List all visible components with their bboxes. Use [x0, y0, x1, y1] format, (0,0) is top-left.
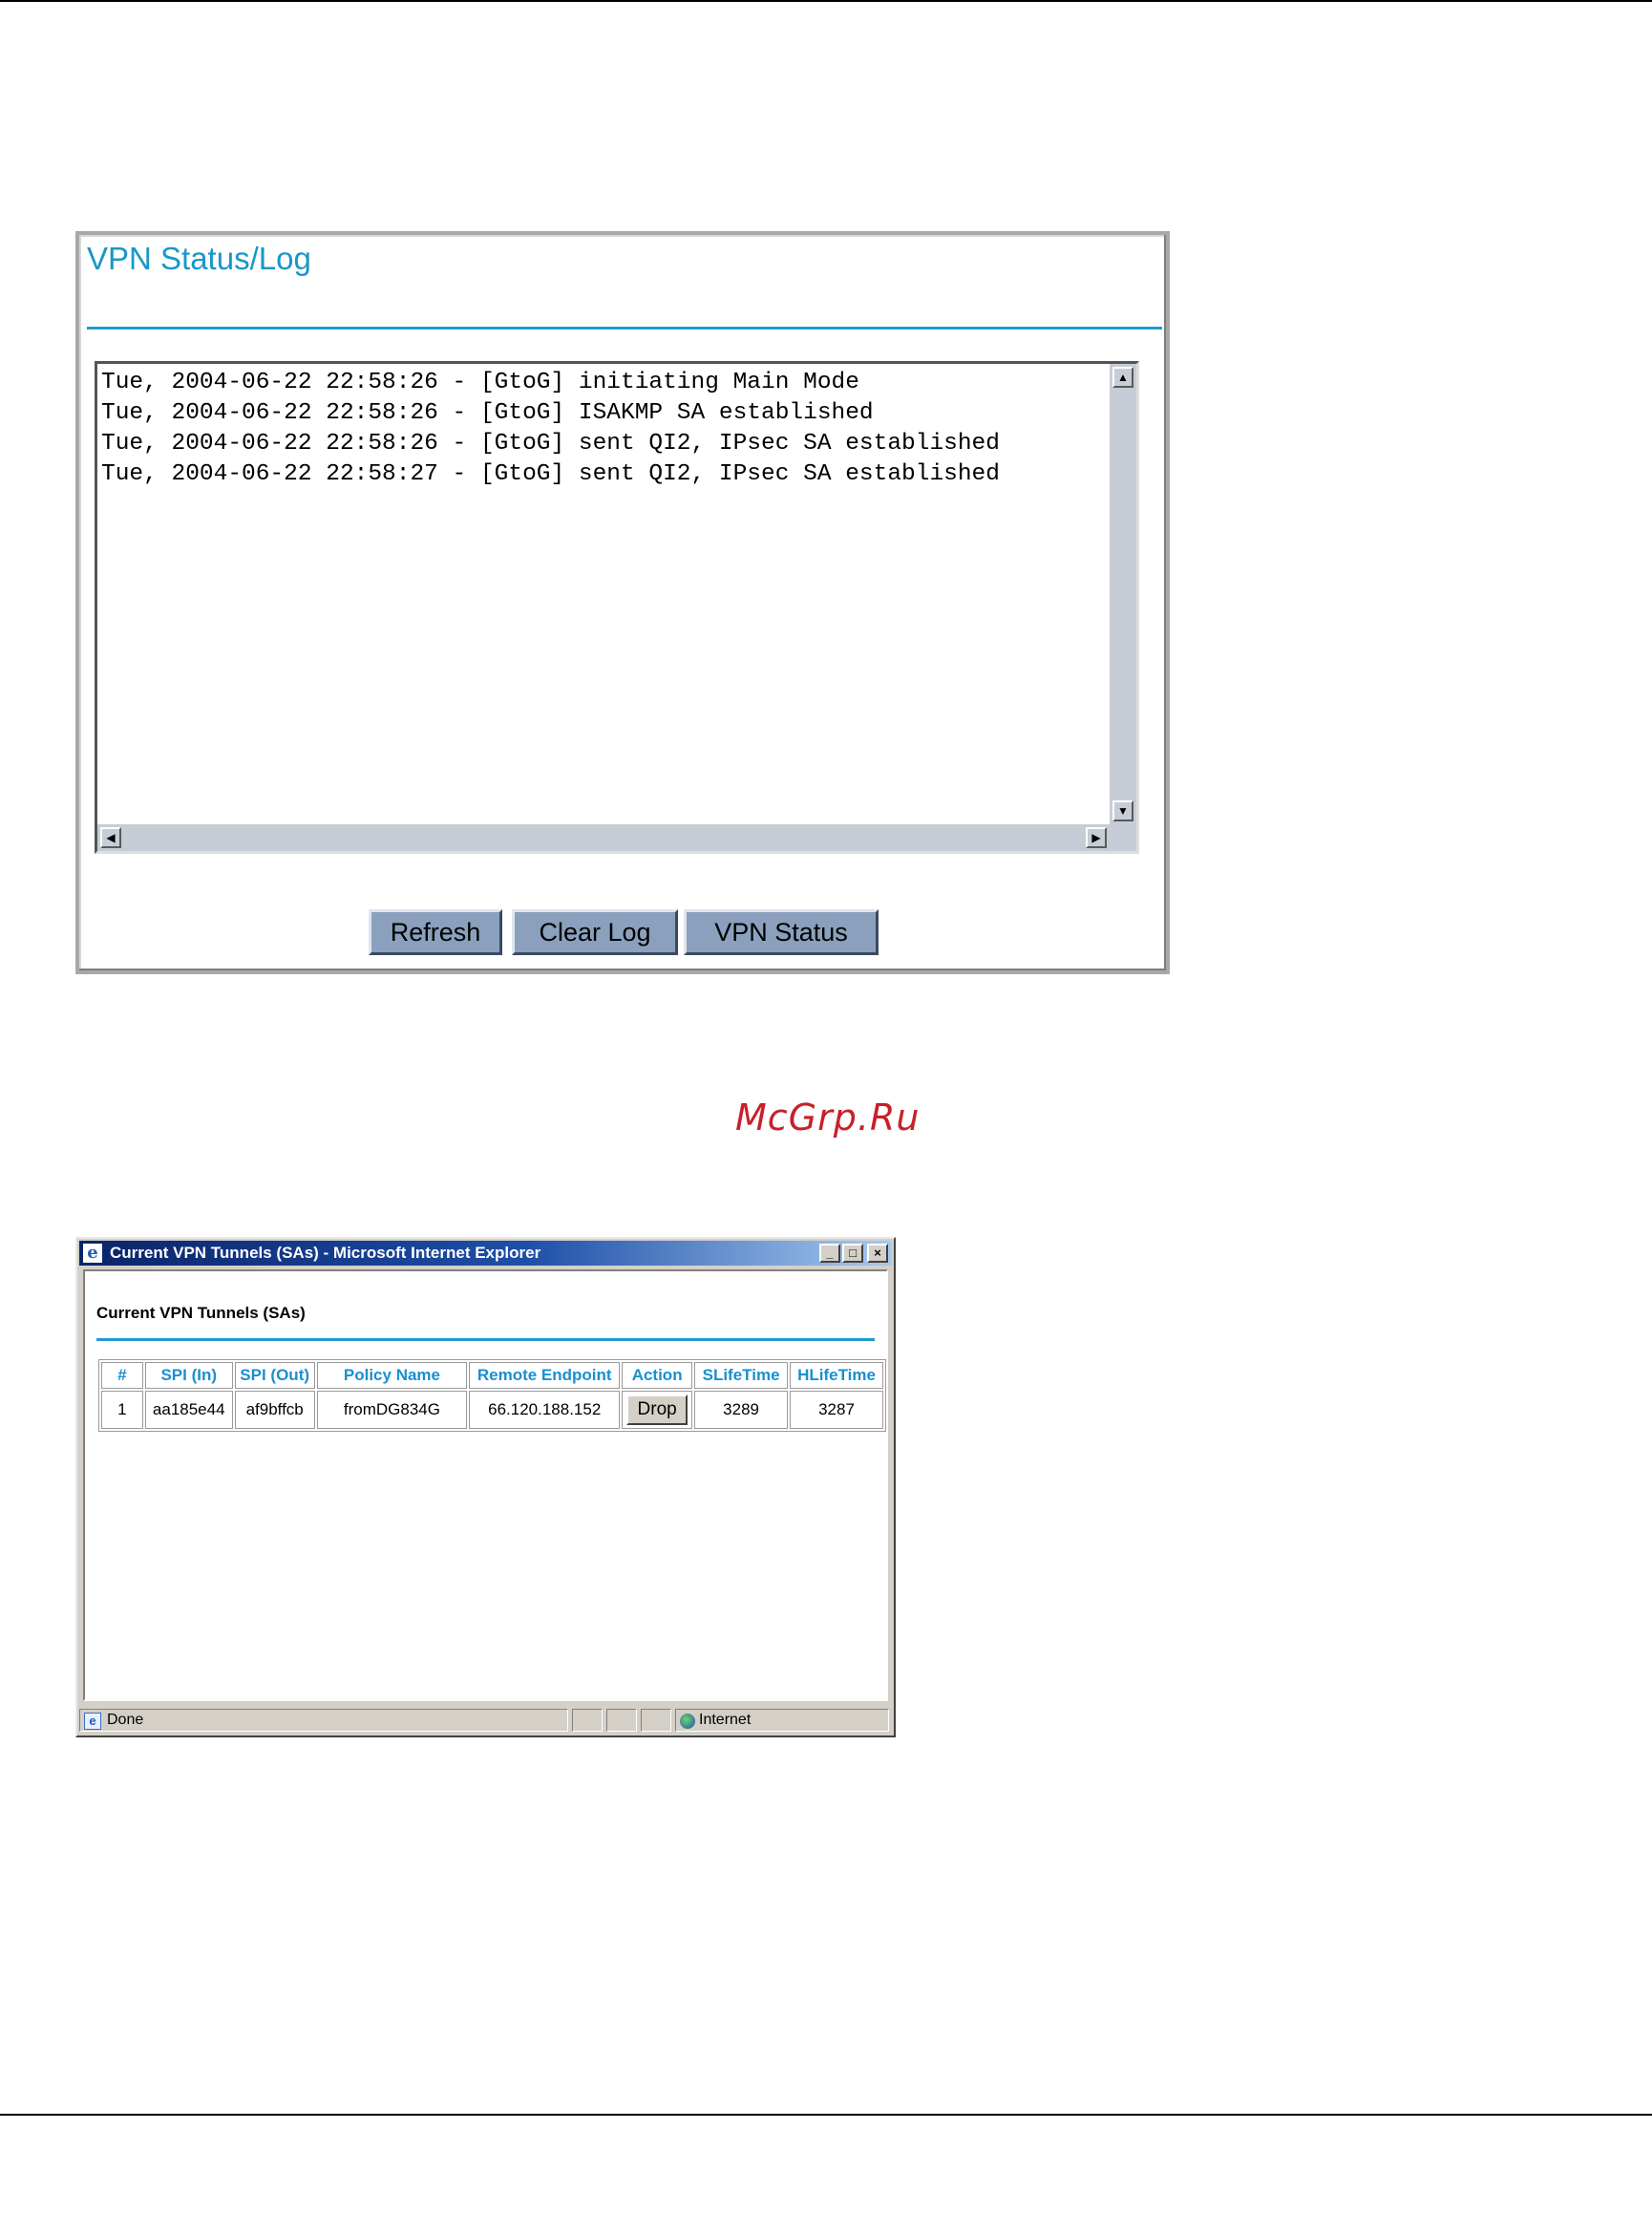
log-line: Tue, 2004-06-22 22:58:26 - [GtoG] sent Q… [101, 431, 1000, 457]
log-line: Tue, 2004-06-22 22:58:26 - [GtoG] ISAKMP… [101, 400, 874, 426]
col-spi-out: SPI (Out) [234, 1362, 315, 1389]
internet-globe-icon [680, 1714, 695, 1729]
minimize-icon[interactable]: _ [819, 1244, 840, 1263]
button-row: Refresh Clear Log VPN Status [79, 909, 1166, 955]
col-action: Action [622, 1362, 693, 1389]
bottom-rule [0, 2114, 1652, 2116]
cell-policy-name: fromDG834G [316, 1391, 468, 1429]
close-icon[interactable]: × [867, 1244, 888, 1263]
col-policy-name: Policy Name [316, 1362, 468, 1389]
drop-button[interactable]: Drop [626, 1395, 688, 1425]
sa-table: # SPI (In) SPI (Out) Policy Name Remote … [98, 1359, 886, 1432]
status-bar: e Done Internet [79, 1707, 892, 1734]
window-title: Current VPN Tunnels (SAs) - Microsoft In… [110, 1244, 541, 1262]
heading-divider [96, 1338, 875, 1341]
vpn-status-button[interactable]: VPN Status [684, 909, 879, 955]
log-content: Tue, 2004-06-22 22:58:26 - [GtoG] initia… [101, 368, 1000, 490]
zone-text: Internet [699, 1712, 752, 1728]
scroll-right-icon[interactable]: ▶ [1086, 827, 1107, 848]
ie-logo-icon: e [83, 1244, 102, 1263]
cell-spi-out: af9bffcb [234, 1391, 315, 1429]
browser-content: Current VPN Tunnels (SAs) # SPI (In) SPI… [83, 1269, 888, 1701]
page-done-icon: e [84, 1713, 101, 1730]
log-textarea[interactable]: Tue, 2004-06-22 22:58:26 - [GtoG] initia… [95, 361, 1139, 854]
clear-log-button[interactable]: Clear Log [512, 909, 678, 955]
cell-number: 1 [101, 1391, 143, 1429]
cell-spi-in: aa185e44 [144, 1391, 233, 1429]
window-titlebar[interactable]: e Current VPN Tunnels (SAs) - Microsoft … [79, 1241, 892, 1266]
col-remote-endpoint: Remote Endpoint [469, 1362, 621, 1389]
refresh-button[interactable]: Refresh [369, 909, 502, 955]
col-spi-in: SPI (In) [144, 1362, 233, 1389]
status-segment [606, 1709, 637, 1732]
ie-window: e Current VPN Tunnels (SAs) - Microsoft … [75, 1237, 896, 1737]
page-title: VPN Status/Log [87, 241, 311, 276]
title-divider [87, 327, 1162, 330]
vpn-status-log-panel: VPN Status/Log Tue, 2004-06-22 22:58:26 … [75, 231, 1170, 974]
log-line: Tue, 2004-06-22 22:58:27 - [GtoG] sent Q… [101, 461, 1000, 487]
cell-remote-endpoint: 66.120.188.152 [469, 1391, 621, 1429]
sa-heading: Current VPN Tunnels (SAs) [96, 1304, 306, 1322]
cell-hlifetime: 3287 [790, 1391, 883, 1429]
horizontal-scrollbar[interactable]: ◀ ▶ [97, 824, 1110, 851]
scroll-down-icon[interactable]: ▼ [1112, 800, 1133, 821]
table-header-row: # SPI (In) SPI (Out) Policy Name Remote … [101, 1362, 883, 1389]
vertical-scrollbar[interactable]: ▲ ▼ [1110, 364, 1136, 824]
watermark-text: McGrp.Ru [735, 1097, 921, 1139]
cell-action: Drop [622, 1391, 693, 1429]
scroll-left-icon[interactable]: ◀ [100, 827, 121, 848]
log-line: Tue, 2004-06-22 22:58:26 - [GtoG] initia… [101, 370, 859, 395]
status-zone: Internet [675, 1709, 889, 1732]
table-row: 1 aa185e44 af9bffcb fromDG834G 66.120.18… [101, 1391, 883, 1429]
col-hlifetime: HLifeTime [790, 1362, 883, 1389]
col-slifetime: SLifeTime [694, 1362, 789, 1389]
status-text: Done [107, 1712, 144, 1728]
cell-slifetime: 3289 [694, 1391, 789, 1429]
scroll-up-icon[interactable]: ▲ [1112, 367, 1133, 388]
col-number: # [101, 1362, 143, 1389]
maximize-icon[interactable]: □ [842, 1244, 863, 1263]
status-segment [572, 1709, 603, 1732]
status-main: e Done [79, 1709, 568, 1732]
top-rule [0, 0, 1652, 2]
status-segment [641, 1709, 671, 1732]
scrollbar-corner [1110, 824, 1136, 851]
